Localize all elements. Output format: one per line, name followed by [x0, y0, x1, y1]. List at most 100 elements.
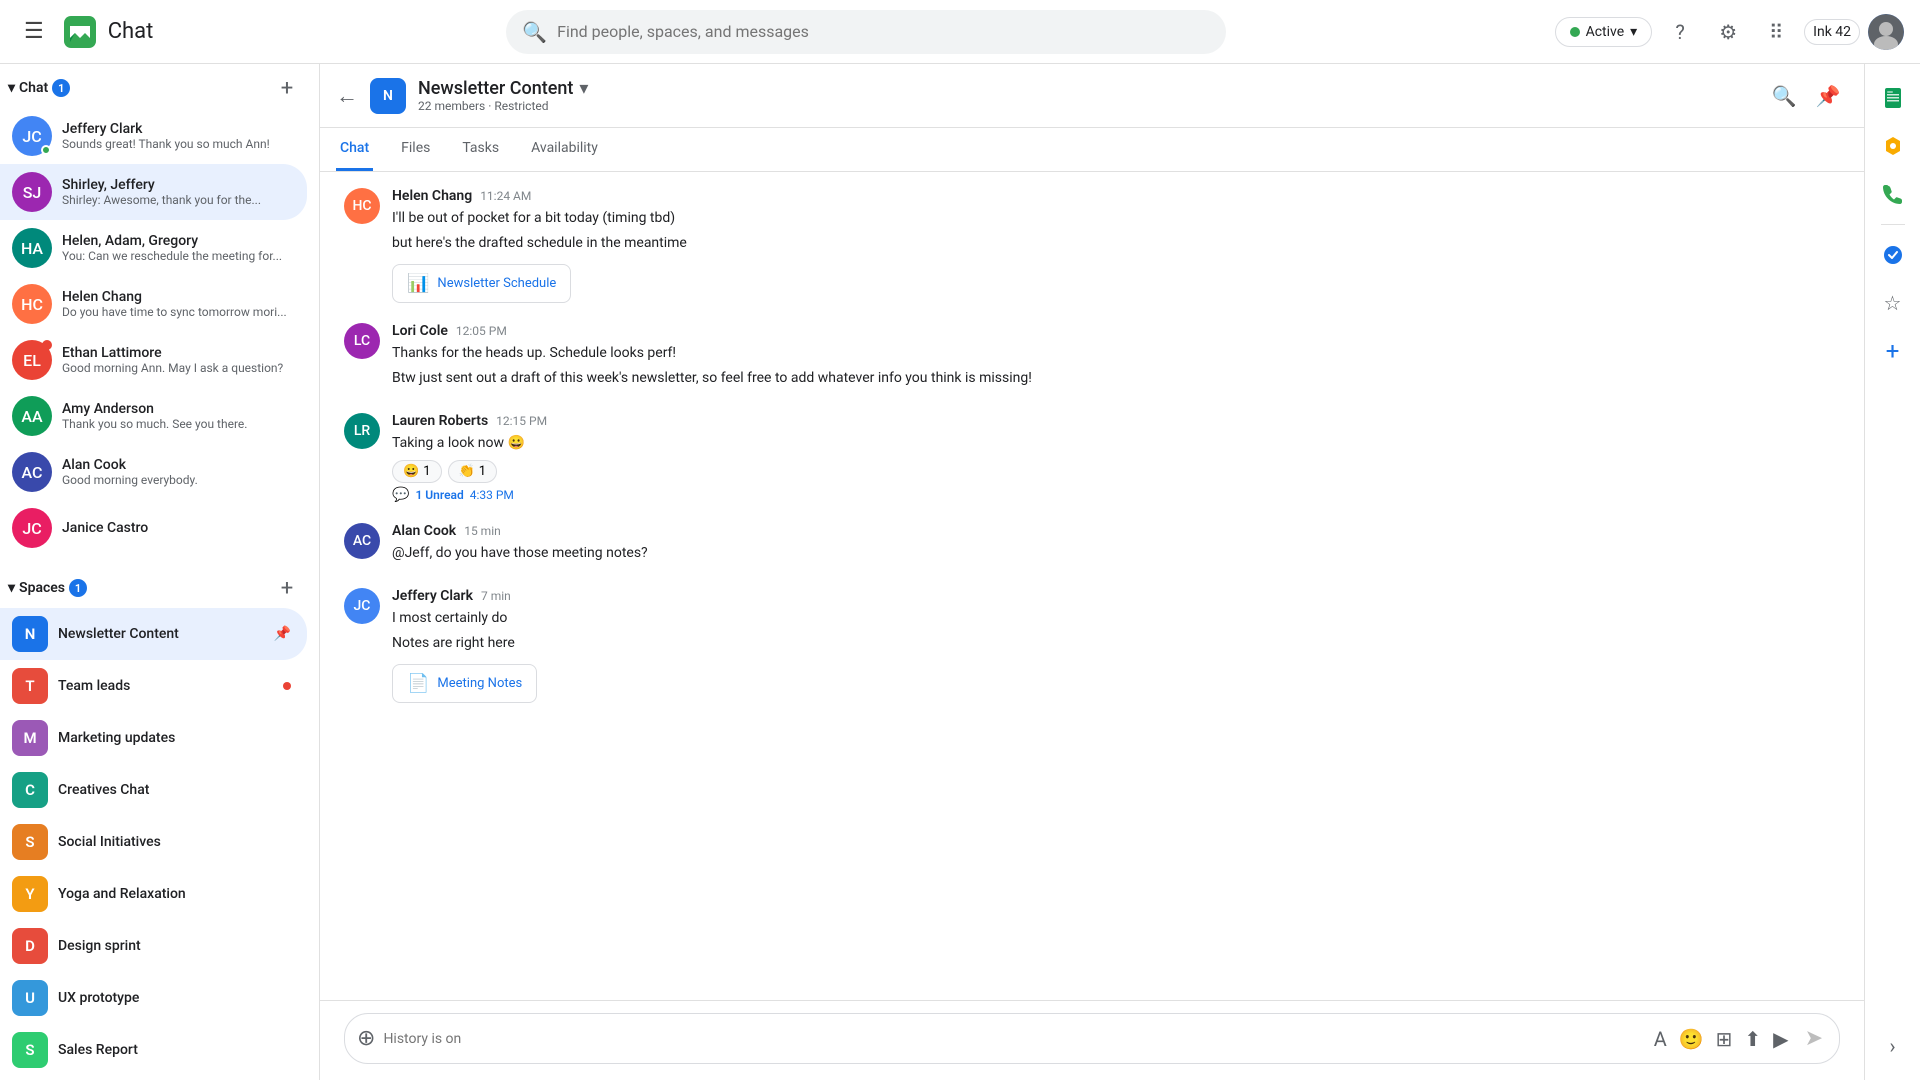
- message-group: LC Lori Cole 12:05 PM Thanks for the hea…: [344, 323, 1840, 393]
- search-bar[interactable]: 🔍: [506, 10, 1226, 54]
- message-text: I most certainly do: [392, 608, 1840, 629]
- menu-icon[interactable]: ☰: [16, 11, 52, 52]
- space-name: Yoga and Relaxation: [58, 886, 291, 902]
- space-item[interactable]: M Marketing updates: [0, 712, 307, 764]
- chat-item[interactable]: AC Alan Cook Good morning everybody.: [0, 444, 307, 500]
- tab-files[interactable]: Files: [397, 128, 434, 171]
- message-text: Notes are right here: [392, 633, 1840, 654]
- space-item[interactable]: T Team leads: [0, 660, 307, 712]
- expand-icon[interactable]: ›: [1873, 1026, 1913, 1066]
- message-group: JC Jeffery Clark 7 min I most certainly …: [344, 588, 1840, 703]
- chat-item[interactable]: SJ Shirley, Jeffery Shirley: Awesome, th…: [0, 164, 307, 220]
- chat-preview: Good morning Ann. May I ask a question?: [62, 361, 291, 375]
- chat-item[interactable]: JC Jeffery Clark Sounds great! Thank you…: [0, 108, 307, 164]
- spaces-section-header[interactable]: ▾ Spaces 1 +: [0, 564, 319, 608]
- space-item[interactable]: S Social Initiatives: [0, 816, 307, 868]
- messages-area[interactable]: HC Helen Chang 11:24 AM I'll be out of p…: [320, 172, 1864, 1000]
- add-app-button[interactable]: +: [1873, 331, 1913, 371]
- file-attachment[interactable]: 📊 Newsletter Schedule: [392, 264, 571, 303]
- chat-header: ← N Newsletter Content ▾ 22 members · Re…: [320, 64, 1864, 128]
- message-avatar: LC: [344, 323, 380, 359]
- space-item[interactable]: U UX prototype: [0, 972, 307, 1024]
- chat-item[interactable]: AA Amy Anderson Thank you so much. See y…: [0, 388, 307, 444]
- chat-preview: Sounds great! Thank you so much Ann!: [62, 137, 291, 151]
- upload-icon[interactable]: ⬆: [1740, 1023, 1765, 1055]
- google-sheets-icon[interactable]: [1873, 78, 1913, 118]
- space-item[interactable]: Y Yoga and Relaxation: [0, 868, 307, 920]
- tab-tasks[interactable]: Tasks: [458, 128, 503, 171]
- tab-availability[interactable]: Availability: [527, 128, 602, 171]
- search-messages-icon[interactable]: 🔍: [1764, 76, 1804, 116]
- space-item[interactable]: S Sales Report: [0, 1024, 307, 1076]
- add-file-icon[interactable]: ⊞: [1712, 1023, 1737, 1055]
- space-name: Social Initiatives: [58, 834, 291, 850]
- space-items-list: N Newsletter Content 📌 T Team leads M Ma…: [0, 608, 319, 1076]
- chat-info: Ethan Lattimore Good morning Ann. May I …: [62, 345, 291, 375]
- title-dropdown-icon: ▾: [579, 78, 588, 99]
- chat-name: Helen Chang: [62, 289, 291, 305]
- chat-info: Helen Chang Do you have time to sync tom…: [62, 289, 291, 319]
- favorite-icon[interactable]: ☆: [1873, 283, 1913, 323]
- message-time: 12:15 PM: [496, 414, 547, 428]
- space-name: Team leads: [58, 678, 273, 694]
- chat-subtitle: 22 members · Restricted: [418, 99, 1752, 113]
- apps-icon[interactable]: ⠿: [1756, 12, 1796, 52]
- user-avatar[interactable]: [1868, 14, 1904, 50]
- reaction-emoji: 😀: [403, 464, 419, 479]
- message-sender: Alan Cook: [392, 523, 456, 539]
- chat-name: Helen, Adam, Gregory: [62, 233, 291, 249]
- google-keep-icon[interactable]: [1873, 126, 1913, 166]
- reaction-count: 1: [423, 464, 430, 479]
- user-account-button[interactable]: Ink 42: [1804, 19, 1860, 45]
- message-time: 7 min: [481, 589, 511, 603]
- pin-icon: 📌: [274, 626, 291, 642]
- message-text: I'll be out of pocket for a bit today (t…: [392, 208, 1840, 229]
- emoji-icon[interactable]: 🙂: [1675, 1023, 1708, 1055]
- chat-item[interactable]: HC Helen Chang Do you have time to sync …: [0, 276, 307, 332]
- chat-item[interactable]: JC Janice Castro: [0, 500, 307, 556]
- search-input[interactable]: [557, 22, 1210, 41]
- chat-chevron-icon: ▾: [8, 80, 15, 96]
- topbar-right: Active ▾ ? ⚙ ⠿ Ink 42: [1555, 12, 1904, 52]
- sheets-icon: 📊: [407, 273, 429, 294]
- message-content: Helen Chang 11:24 AM I'll be out of pock…: [392, 188, 1840, 303]
- docs-icon: 📄: [407, 673, 429, 694]
- status-button[interactable]: Active ▾: [1555, 17, 1653, 47]
- chat-item[interactable]: EL Ethan Lattimore Good morning Ann. May…: [0, 332, 307, 388]
- space-name: Sales Report: [58, 1042, 291, 1058]
- chat-name: Shirley, Jeffery: [62, 177, 291, 193]
- chat-title[interactable]: Newsletter Content ▾: [418, 78, 1752, 99]
- space-item[interactable]: D Design sprint: [0, 920, 307, 972]
- chat-section-label: Chat: [19, 80, 48, 96]
- chat-avatar: JC: [12, 116, 52, 156]
- format-text-icon[interactable]: A: [1650, 1023, 1671, 1055]
- message-content: Lori Cole 12:05 PM Thanks for the heads …: [392, 323, 1840, 393]
- thread-reply[interactable]: 💬 1 Unread 4:33 PM: [392, 487, 1840, 503]
- message-sender: Jeffery Clark: [392, 588, 473, 604]
- reaction-button[interactable]: 😀1: [392, 460, 442, 483]
- thread-reply-icon: 💬: [392, 487, 409, 503]
- settings-icon[interactable]: ⚙: [1708, 12, 1748, 52]
- space-item[interactable]: C Creatives Chat: [0, 764, 307, 816]
- help-icon[interactable]: ?: [1660, 12, 1700, 52]
- google-tasks-icon[interactable]: [1873, 235, 1913, 275]
- message-input[interactable]: [383, 1031, 1641, 1047]
- google-phone-icon[interactable]: [1873, 174, 1913, 214]
- unpin-icon[interactable]: 📌: [1808, 76, 1848, 116]
- add-chat-button[interactable]: +: [271, 72, 303, 104]
- file-attachment[interactable]: 📄 Meeting Notes: [392, 664, 537, 703]
- chat-section-header[interactable]: ▾ Chat 1 +: [0, 64, 319, 108]
- back-button[interactable]: ←: [336, 83, 358, 109]
- message-content: Alan Cook 15 min @Jeff, do you have thos…: [392, 523, 1840, 568]
- chat-avatar: EL: [12, 340, 52, 380]
- chat-item[interactable]: HA Helen, Adam, Gregory You: Can we resc…: [0, 220, 307, 276]
- send-button[interactable]: ➤: [1801, 1022, 1827, 1055]
- space-item[interactable]: N Newsletter Content 📌: [0, 608, 307, 660]
- add-space-button[interactable]: +: [271, 572, 303, 604]
- reaction-button[interactable]: 👏1: [448, 460, 498, 483]
- chat-name: Ethan Lattimore: [62, 345, 291, 361]
- video-icon[interactable]: ▶: [1769, 1023, 1792, 1055]
- unread-badge: [283, 682, 291, 690]
- message-add-button[interactable]: ⊕: [357, 1026, 375, 1051]
- tab-chat[interactable]: Chat: [336, 128, 373, 171]
